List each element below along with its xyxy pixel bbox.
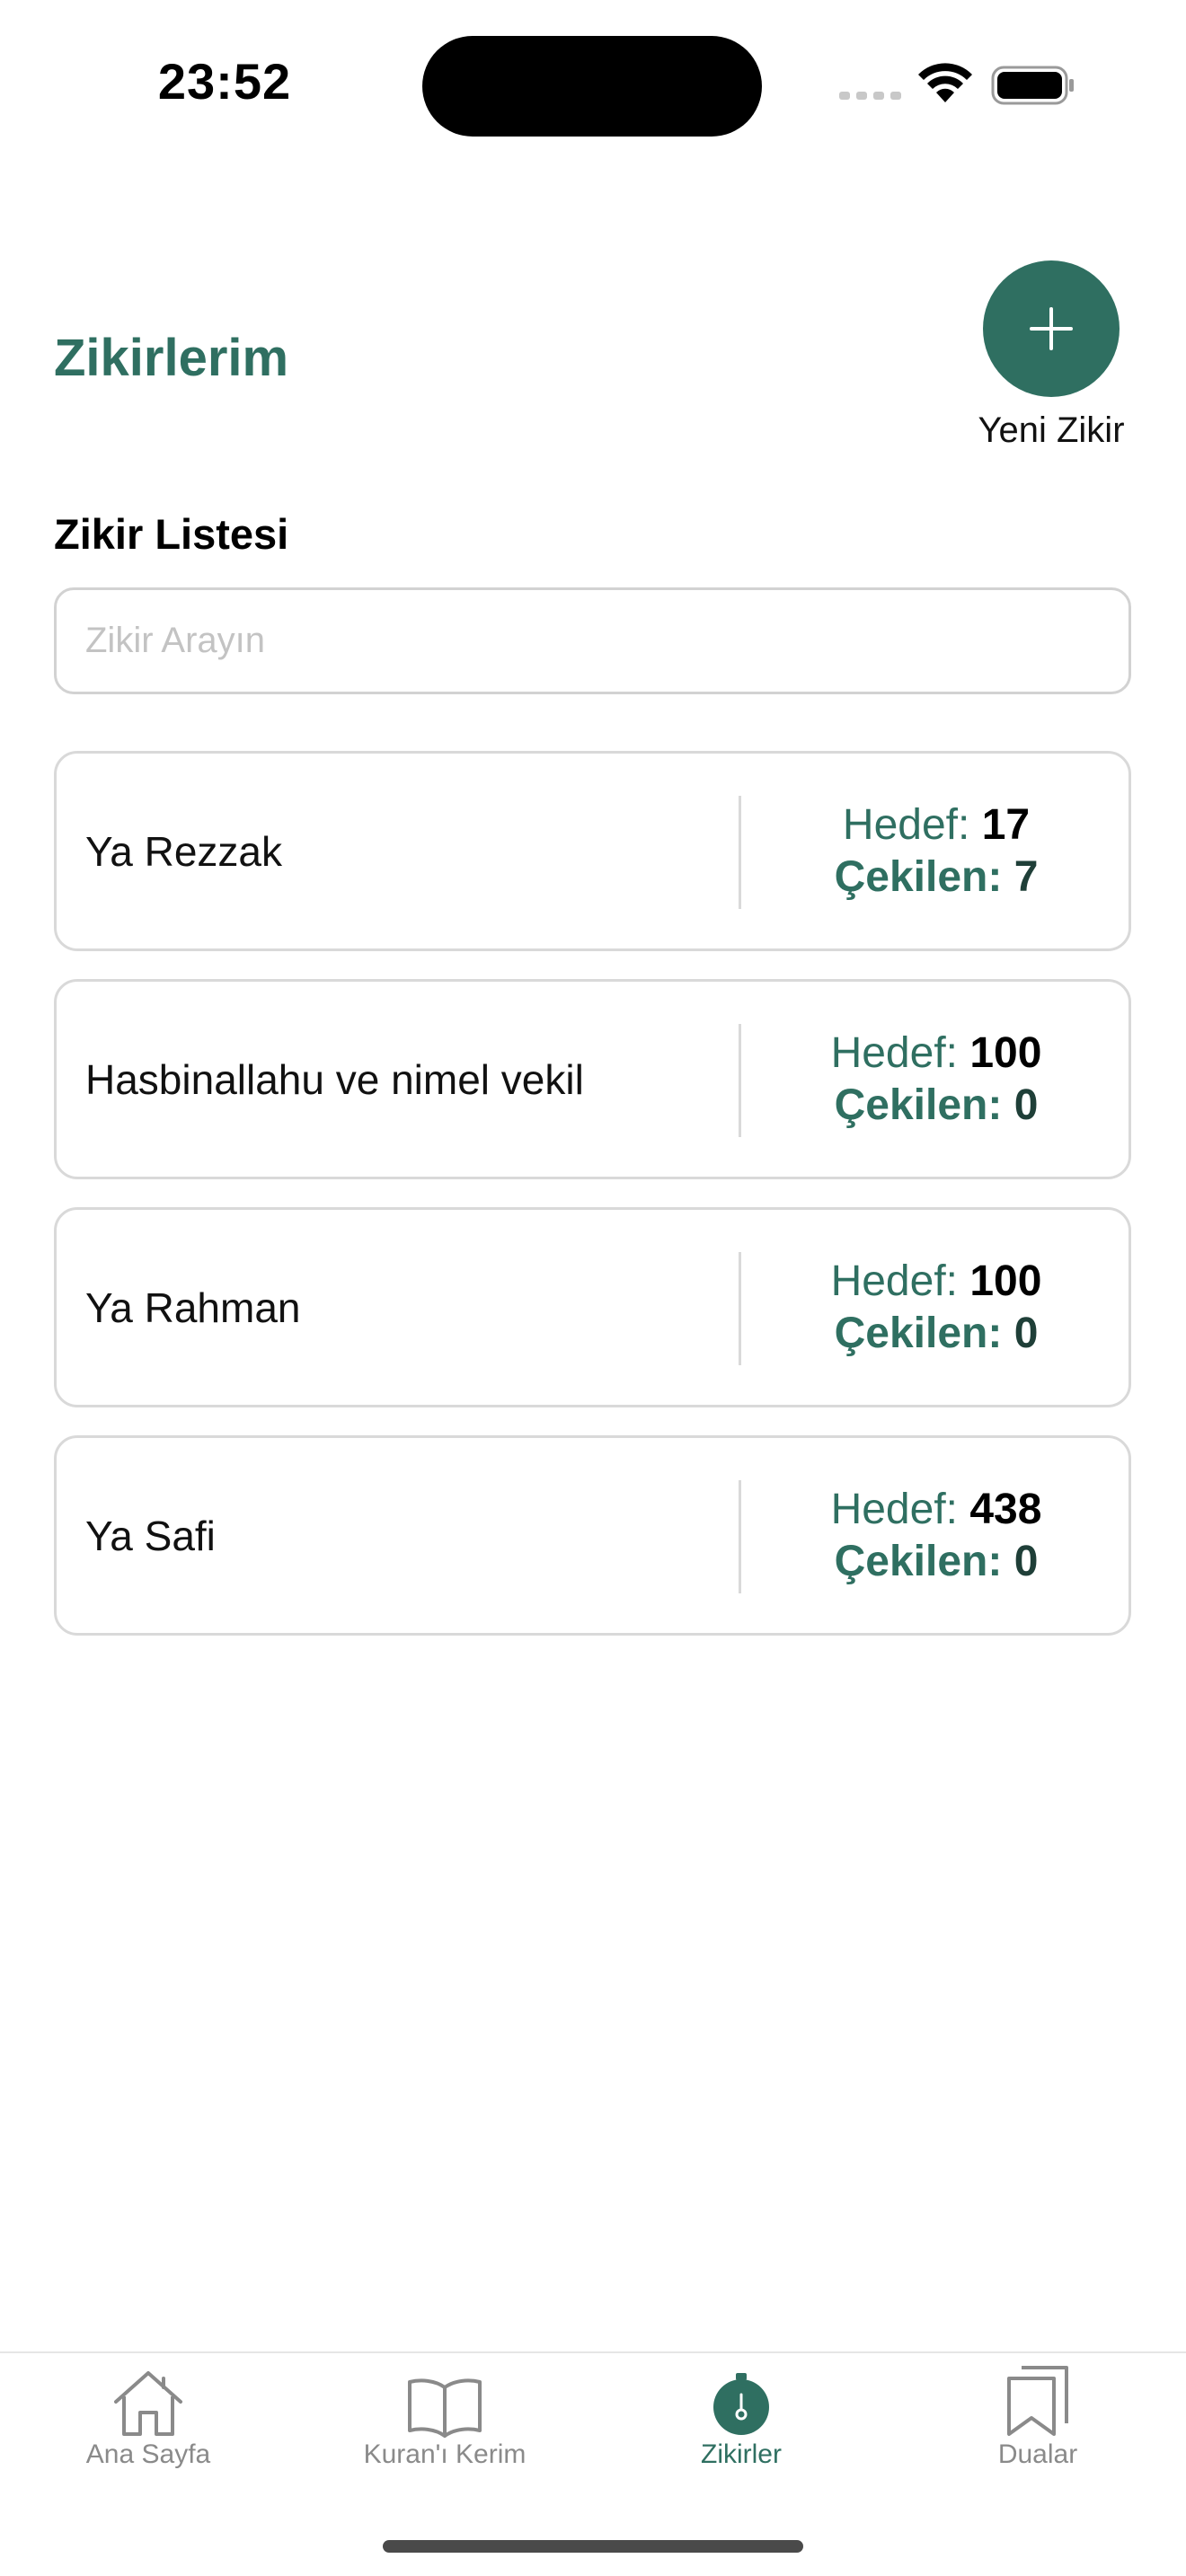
zikir-name: Hasbinallahu ve nimel vekil (85, 1055, 584, 1103)
count-label: Çekilen: (834, 1537, 1003, 1585)
home-icon (114, 2371, 182, 2436)
dynamic-island (422, 36, 762, 137)
target-value: 100 (969, 1028, 1042, 1077)
add-zikir-button[interactable] (983, 260, 1120, 397)
count-row: Çekilen: 0 (835, 1308, 1039, 1360)
home-indicator (383, 2540, 803, 2553)
target-label: Hedef: (830, 1257, 958, 1305)
zikir-stats: Hedef: 100 Çekilen: 0 (741, 982, 1131, 1177)
battery-icon (991, 66, 1074, 105)
target-value: 438 (969, 1485, 1042, 1533)
tab-label: Zikirler (701, 2439, 782, 2469)
target-row: Hedef: 100 (831, 1028, 1042, 1080)
count-value: 7 (1013, 852, 1039, 901)
count-value: 0 (1013, 1081, 1039, 1129)
zikir-stats: Hedef: 100 Çekilen: 0 (741, 1210, 1131, 1405)
target-value: 100 (969, 1257, 1042, 1305)
target-row: Hedef: 17 (843, 799, 1030, 851)
bookmarks-icon (1007, 2366, 1068, 2436)
wifi-icon (918, 63, 972, 102)
count-label: Çekilen: (834, 852, 1003, 901)
status-bar: 23:52 (0, 0, 1186, 171)
count-value: 0 (1013, 1309, 1039, 1357)
target-label: Hedef: (830, 1485, 958, 1533)
status-time: 23:52 (157, 53, 292, 110)
tab-ana-sayfa[interactable]: Ana Sayfa (13, 2362, 283, 2488)
target-row: Hedef: 100 (831, 1256, 1042, 1308)
zikir-name: Ya Rahman (85, 1284, 301, 1331)
book-icon (408, 2378, 482, 2438)
count-label: Çekilen: (834, 1309, 1003, 1357)
section-title: Zikir Listesi (54, 510, 289, 558)
target-label: Hedef: (830, 1028, 958, 1077)
tab-label: Dualar (997, 2439, 1078, 2469)
count-label: Çekilen: (834, 1081, 1003, 1129)
tab-label: Ana Sayfa (85, 2439, 211, 2469)
target-row: Hedef: 438 (831, 1484, 1042, 1536)
zikir-card[interactable]: Hasbinallahu ve nimel vekil Hedef: 100 Ç… (54, 979, 1131, 1179)
target-label: Hedef: (842, 800, 970, 849)
zikir-card[interactable]: Ya Rezzak Hedef: 17 Çekilen: 7 (54, 751, 1131, 951)
zikir-stats: Hedef: 438 Çekilen: 0 (741, 1438, 1131, 1633)
page-title: Zikirlerim (54, 329, 289, 387)
plus-icon (1030, 307, 1073, 350)
tab-dualar[interactable]: Dualar (903, 2362, 1173, 2488)
zikir-card[interactable]: Ya Rahman Hedef: 100 Çekilen: 0 (54, 1207, 1131, 1407)
count-row: Çekilen: 0 (835, 1536, 1039, 1588)
counter-icon (713, 2373, 769, 2435)
zikir-card[interactable]: Ya Safi Hedef: 438 Çekilen: 0 (54, 1435, 1131, 1636)
cellular-signal-icon (839, 92, 901, 100)
target-value: 17 (981, 800, 1031, 849)
zikir-name: Ya Safi (85, 1512, 216, 1559)
search-input[interactable] (54, 587, 1131, 694)
zikir-stats: Hedef: 17 Çekilen: 7 (741, 754, 1131, 948)
tab-kurani-kerim[interactable]: Kuran'ı Kerim (310, 2362, 580, 2488)
count-value: 0 (1013, 1537, 1039, 1585)
zikir-name: Ya Rezzak (85, 827, 283, 875)
tab-zikirler[interactable]: Zikirler (606, 2362, 876, 2488)
tab-label: Kuran'ı Kerim (363, 2439, 527, 2469)
count-row: Çekilen: 7 (835, 851, 1039, 904)
add-zikir-label[interactable]: Yeni Zikir (952, 410, 1150, 451)
count-row: Çekilen: 0 (835, 1080, 1039, 1132)
